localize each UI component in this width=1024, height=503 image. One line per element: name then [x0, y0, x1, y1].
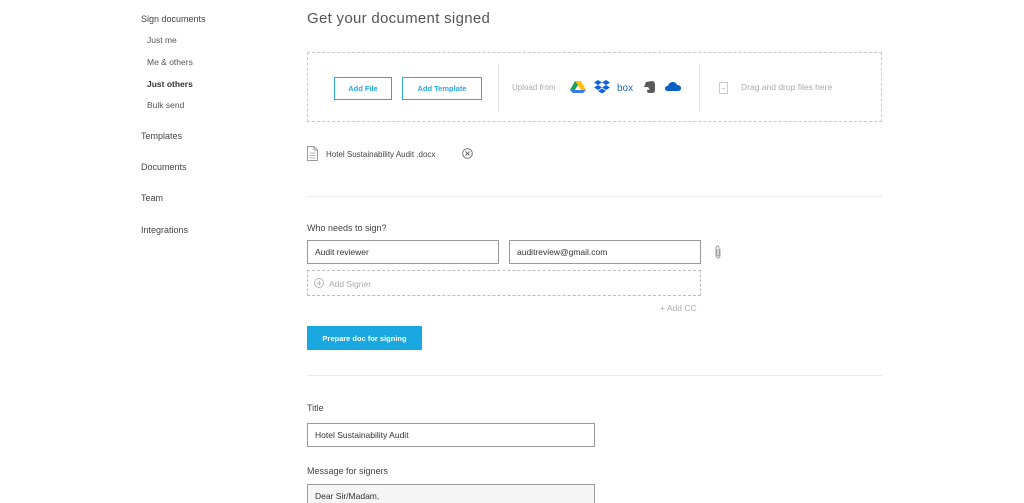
message-textarea[interactable]: Dear Sir/Madam, [307, 484, 595, 503]
page-title: Get your document signed [307, 10, 491, 27]
sidebar-item-bulk-send[interactable]: Bulk send [147, 100, 184, 110]
upload-area[interactable]: Add File Add Template Upload from box Dr… [307, 52, 882, 122]
dropbox-icon[interactable] [594, 80, 610, 94]
add-template-button[interactable]: Add Template [402, 77, 482, 100]
box-icon[interactable]: box [617, 80, 635, 94]
sidebar-item-sign-documents[interactable]: Sign documents [141, 14, 206, 24]
add-cc-link[interactable]: + Add CC [660, 303, 697, 313]
title-input[interactable] [307, 423, 595, 447]
title-label: Title [307, 403, 324, 413]
sidebar-item-documents[interactable]: Documents [141, 162, 187, 172]
remove-file-icon[interactable] [462, 148, 473, 159]
paperclip-icon[interactable] [713, 245, 723, 259]
box-icon-text: box [617, 83, 633, 94]
sidebar-item-integrations[interactable]: Integrations [141, 225, 188, 235]
sidebar-item-me-and-others[interactable]: Me & others [147, 57, 193, 67]
signer-name-input[interactable] [307, 240, 499, 264]
document-icon [307, 146, 318, 161]
evernote-icon[interactable] [642, 80, 658, 94]
add-circle-icon [314, 278, 324, 288]
signer-email-input[interactable] [509, 240, 701, 264]
section-divider [307, 196, 882, 197]
section-divider [307, 375, 882, 376]
onedrive-icon[interactable] [665, 80, 681, 94]
sidebar-item-just-others[interactable]: Just others [147, 79, 193, 89]
signers-heading: Who needs to sign? [307, 223, 387, 233]
sidebar-item-just-me[interactable]: Just me [147, 35, 177, 45]
file-name: Hotel Sustainability Audit .docx [326, 150, 436, 159]
divider [498, 63, 499, 112]
drag-drop-label: Drag and drop files here [741, 82, 833, 92]
sidebar-item-templates[interactable]: Templates [141, 131, 182, 141]
prepare-doc-button[interactable]: Prepare doc for signing [307, 326, 422, 350]
add-signer-button[interactable]: Add Signer [307, 270, 701, 296]
message-label: Message for signers [307, 466, 389, 476]
sidebar-item-team[interactable]: Team [141, 193, 163, 203]
file-drop-icon [719, 82, 728, 94]
upload-from-label: Upload from [512, 83, 556, 92]
add-signer-label: Add Signer [329, 279, 372, 289]
add-file-button[interactable]: Add File [334, 77, 392, 100]
google-drive-icon[interactable] [570, 80, 586, 94]
divider [699, 63, 700, 112]
